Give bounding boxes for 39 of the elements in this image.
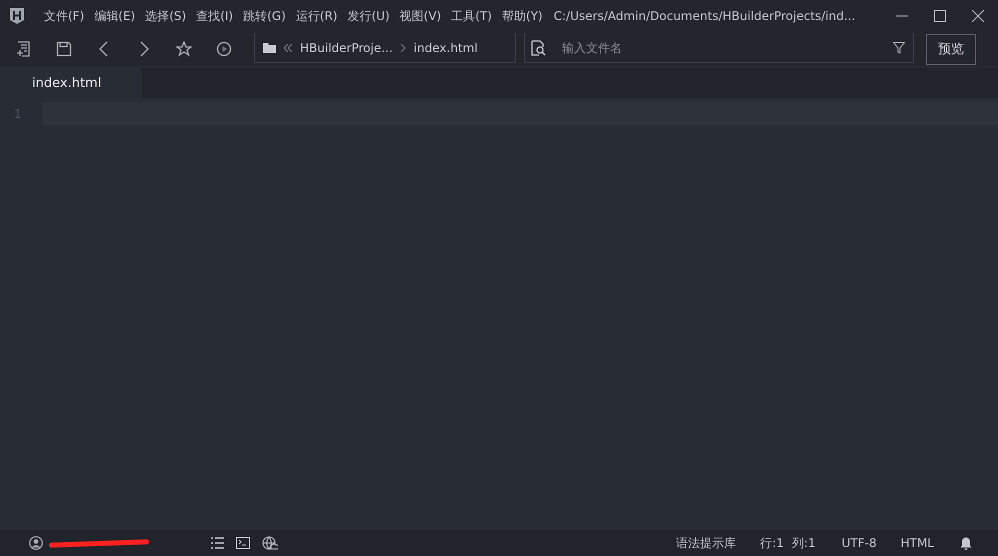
menu-item[interactable]: 运行(R) (290, 8, 342, 24)
status-item[interactable]: UTF-8 (842, 536, 877, 550)
preview-button[interactable]: 预览 (926, 34, 976, 64)
file-search-field[interactable]: 输入文件名 (560, 40, 879, 56)
maximize-icon[interactable] (934, 10, 946, 22)
folder-icon (263, 42, 276, 53)
logo-icon (9, 7, 25, 25)
list-icon[interactable] (211, 537, 224, 549)
file-search-box[interactable]: 输入文件名 (524, 33, 914, 63)
editor-tab[interactable]: index.html (0, 68, 142, 98)
menu-item[interactable]: 查找(I) (191, 8, 238, 24)
status-item[interactable]: HTML (900, 536, 934, 550)
terminal-icon[interactable] (236, 537, 250, 549)
bell-icon[interactable] (960, 536, 972, 550)
status-item[interactable]: 行:1 (760, 534, 784, 552)
new-file-icon[interactable] (16, 41, 32, 57)
menu-item[interactable]: 跳转(G) (238, 8, 291, 24)
globe-cloud-icon[interactable] (262, 536, 278, 550)
menu-item[interactable]: 文件(F) (39, 8, 90, 24)
window-title: C:/Users/Admin/Documents/HBuilderProjects/ind... (554, 9, 856, 23)
menu-item[interactable]: 发行(U) (342, 8, 395, 24)
save-icon[interactable] (56, 41, 72, 57)
menu-item[interactable]: 视图(V) (394, 8, 446, 24)
status-item[interactable]: 列:1 (792, 534, 816, 552)
star-icon[interactable] (176, 41, 192, 57)
search-icon (531, 40, 546, 56)
breadcrumb-item[interactable]: HBuilderProje... (300, 40, 393, 54)
menu-item[interactable]: 选择(S) (140, 8, 192, 24)
filter-icon[interactable] (893, 42, 905, 54)
chevron-icon (400, 44, 406, 52)
user-icon[interactable] (29, 536, 43, 550)
breadcrumb-item[interactable]: index.html (414, 40, 478, 54)
menu-item[interactable]: 工具(T) (446, 8, 497, 24)
run-icon[interactable] (216, 41, 232, 57)
menu-item[interactable]: 编辑(E) (89, 8, 140, 24)
menu-item[interactable]: 帮助(Y) (496, 8, 548, 24)
status-item[interactable]: 语法提示库 (676, 534, 736, 552)
close-icon[interactable] (972, 10, 984, 22)
double-chevron-icon (284, 44, 292, 52)
